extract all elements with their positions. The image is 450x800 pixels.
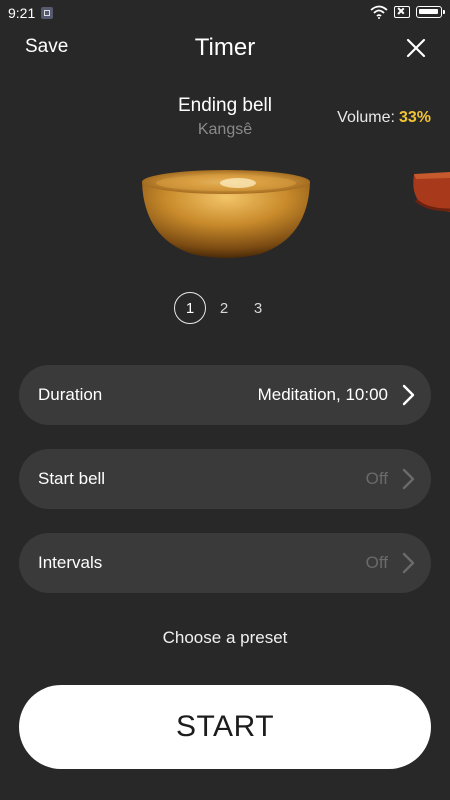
intervals-row[interactable]: Intervals Off xyxy=(19,533,431,593)
page-indicator-3[interactable]: 3 xyxy=(242,292,274,324)
start-button-label: START xyxy=(175,710,275,743)
page-title: Timer xyxy=(194,34,256,61)
chevron-right-icon xyxy=(402,468,415,490)
intervals-label: Intervals xyxy=(38,553,103,572)
duration-label: Duration xyxy=(38,385,103,404)
page-indicator-2[interactable]: 2 xyxy=(208,292,240,324)
start-bell-row[interactable]: Start bell Off xyxy=(19,449,431,509)
status-time: 9:21 xyxy=(8,5,36,21)
battery-icon xyxy=(416,6,445,18)
duration-value: Meditation, 10:00 xyxy=(257,385,388,404)
sim-off-icon xyxy=(394,6,410,18)
start-button[interactable]: START xyxy=(19,685,431,769)
start-bell-label: Start bell xyxy=(38,469,106,488)
choose-preset-link[interactable]: Choose a preset xyxy=(0,628,450,648)
chevron-right-icon xyxy=(402,552,415,574)
status-icons xyxy=(370,5,445,19)
duration-row[interactable]: Duration Meditation, 10:00 xyxy=(19,365,431,425)
intervals-value: Off xyxy=(365,553,388,572)
chevron-right-icon xyxy=(402,384,415,406)
volume-label: Volume: xyxy=(337,109,395,126)
volume-value: 33% xyxy=(398,109,431,126)
bell-pager: 1 2 3 xyxy=(174,292,276,324)
page-indicator-1[interactable]: 1 xyxy=(174,292,206,324)
wifi-icon xyxy=(370,5,388,19)
next-bowl-image[interactable] xyxy=(410,170,450,216)
singing-bowl-image[interactable] xyxy=(140,168,312,260)
start-bell-value: Off xyxy=(365,469,388,488)
volume-control[interactable]: Volume: 33% xyxy=(337,109,431,127)
close-icon[interactable] xyxy=(400,32,432,64)
status-bar: 9:21 xyxy=(0,0,450,26)
notification-icon xyxy=(41,7,53,19)
